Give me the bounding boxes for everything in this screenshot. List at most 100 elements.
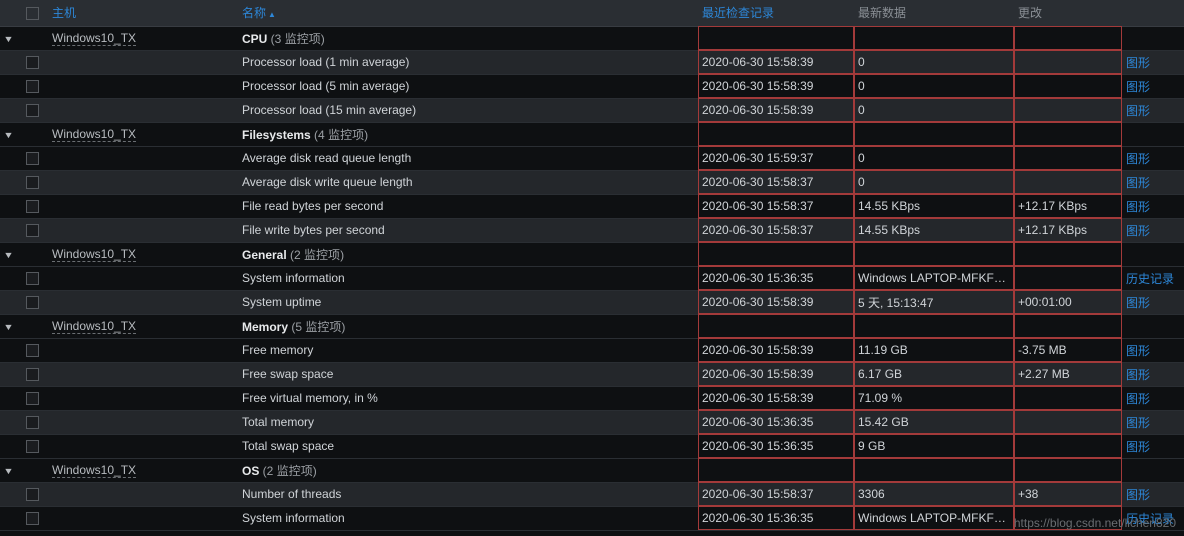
item-lastcheck: 2020-06-30 15:58:39 bbox=[698, 50, 854, 74]
action-link-history[interactable]: 历史记录 bbox=[1126, 272, 1174, 286]
group-count: (5 监控项) bbox=[288, 320, 345, 334]
action-link-graph[interactable]: 图形 bbox=[1126, 224, 1150, 238]
item-change bbox=[1014, 146, 1122, 170]
host-link[interactable]: Windows10_TX bbox=[52, 247, 136, 262]
item-change bbox=[1014, 170, 1122, 194]
item-lastdata: 71.09 % bbox=[854, 386, 1014, 410]
action-link-graph[interactable]: 图形 bbox=[1126, 440, 1150, 454]
action-link-graph[interactable]: 图形 bbox=[1126, 104, 1150, 118]
item-lastcheck: 2020-06-30 15:58:37 bbox=[698, 482, 854, 506]
host-link[interactable]: Windows10_TX bbox=[52, 31, 136, 46]
action-link-graph[interactable]: 图形 bbox=[1126, 296, 1150, 310]
row-checkbox[interactable] bbox=[26, 152, 39, 165]
item-row: Processor load (15 min average)2020-06-3… bbox=[0, 98, 1184, 122]
item-lastdata: 6.17 GB bbox=[854, 362, 1014, 386]
item-lastdata: 0 bbox=[854, 50, 1014, 74]
item-name: Average disk read queue length bbox=[242, 151, 411, 165]
action-link-graph[interactable]: 图形 bbox=[1126, 392, 1150, 406]
item-lastdata: Windows LAPTOP-MFKF1N43 10... bbox=[854, 506, 1014, 530]
item-change bbox=[1014, 74, 1122, 98]
action-link-graph[interactable]: 图形 bbox=[1126, 344, 1150, 358]
item-lastcheck: 2020-06-30 15:58:39 bbox=[698, 362, 854, 386]
item-lastcheck: 2020-06-30 15:36:35 bbox=[698, 410, 854, 434]
row-checkbox[interactable] bbox=[26, 56, 39, 69]
action-link-graph[interactable]: 图形 bbox=[1126, 368, 1150, 382]
item-change bbox=[1014, 434, 1122, 458]
item-change bbox=[1014, 266, 1122, 290]
collapse-icon[interactable]: ▼ bbox=[3, 322, 14, 332]
item-name: Processor load (15 min average) bbox=[242, 103, 416, 117]
item-change bbox=[1014, 98, 1122, 122]
item-row: File read bytes per second2020-06-30 15:… bbox=[0, 194, 1184, 218]
item-change bbox=[1014, 386, 1122, 410]
row-checkbox[interactable] bbox=[26, 224, 39, 237]
item-row: Number of threads 2020-06-30 15:58:373306… bbox=[0, 482, 1184, 506]
item-lastcheck: 2020-06-30 15:58:39 bbox=[698, 386, 854, 410]
row-checkbox[interactable] bbox=[26, 104, 39, 117]
row-checkbox[interactable] bbox=[26, 176, 39, 189]
item-lastdata: 0 bbox=[854, 74, 1014, 98]
row-checkbox[interactable] bbox=[26, 344, 39, 357]
action-link-graph[interactable]: 图形 bbox=[1126, 200, 1150, 214]
item-row: System uptime2020-06-30 15:58:395 天, 15:… bbox=[0, 290, 1184, 314]
sort-asc-icon: ▲ bbox=[268, 10, 276, 19]
row-checkbox[interactable] bbox=[26, 272, 39, 285]
row-checkbox[interactable] bbox=[26, 200, 39, 213]
item-lastdata: 3306 bbox=[854, 482, 1014, 506]
host-link[interactable]: Windows10_TX bbox=[52, 319, 136, 334]
row-checkbox[interactable] bbox=[26, 80, 39, 93]
item-row: System information2020-06-30 15:36:35Win… bbox=[0, 506, 1184, 530]
select-all-checkbox[interactable] bbox=[26, 7, 39, 20]
header-name[interactable]: 名称▲ bbox=[238, 0, 698, 26]
action-link-graph[interactable]: 图形 bbox=[1126, 488, 1150, 502]
action-link-graph[interactable]: 图形 bbox=[1126, 56, 1150, 70]
row-checkbox[interactable] bbox=[26, 392, 39, 405]
item-change bbox=[1014, 506, 1122, 530]
item-lastdata: 14.55 KBps bbox=[854, 218, 1014, 242]
row-checkbox[interactable] bbox=[26, 440, 39, 453]
item-lastcheck: 2020-06-30 15:36:35 bbox=[698, 434, 854, 458]
item-name: Free virtual memory, in % bbox=[242, 391, 378, 405]
group-count: (3 监控项) bbox=[267, 32, 324, 46]
item-name: Total swap space bbox=[242, 439, 334, 453]
host-link[interactable]: Windows10_TX bbox=[52, 463, 136, 478]
item-lastcheck: 2020-06-30 15:36:35 bbox=[698, 266, 854, 290]
header-name-label: 名称 bbox=[242, 6, 266, 20]
header-lastdata: 最新数据 bbox=[854, 0, 1014, 26]
group-row: ▼Windows10_TXOS (2 监控项) bbox=[0, 458, 1184, 482]
action-link-graph[interactable]: 图形 bbox=[1126, 80, 1150, 94]
group-row: ▼Windows10_TXGeneral (2 监控项) bbox=[0, 242, 1184, 266]
collapse-icon[interactable]: ▼ bbox=[3, 250, 14, 260]
row-checkbox[interactable] bbox=[26, 296, 39, 309]
item-name: Number of threads bbox=[242, 487, 341, 501]
item-change: +00:01:00 bbox=[1014, 290, 1122, 314]
collapse-icon[interactable]: ▼ bbox=[3, 34, 14, 44]
action-link-graph[interactable]: 图形 bbox=[1126, 152, 1150, 166]
item-name: File read bytes per second bbox=[242, 199, 383, 213]
group-count: (2 监控项) bbox=[259, 464, 316, 478]
action-link-graph[interactable]: 图形 bbox=[1126, 176, 1150, 190]
item-lastdata: Windows LAPTOP-MFKF1N43 10... bbox=[854, 266, 1014, 290]
item-change: -3.75 MB bbox=[1014, 338, 1122, 362]
action-link-graph[interactable]: 图形 bbox=[1126, 416, 1150, 430]
row-checkbox[interactable] bbox=[26, 416, 39, 429]
item-lastdata: 11.19 GB bbox=[854, 338, 1014, 362]
row-checkbox[interactable] bbox=[26, 488, 39, 501]
group-name: CPU bbox=[242, 32, 267, 46]
row-checkbox[interactable] bbox=[26, 512, 39, 525]
item-lastdata: 0 bbox=[854, 98, 1014, 122]
item-row: Average disk read queue length2020-06-30… bbox=[0, 146, 1184, 170]
row-checkbox[interactable] bbox=[26, 368, 39, 381]
item-lastdata: 9 GB bbox=[854, 434, 1014, 458]
item-name: Free memory bbox=[242, 343, 313, 357]
host-link[interactable]: Windows10_TX bbox=[52, 127, 136, 142]
item-name: System uptime bbox=[242, 295, 321, 309]
item-name: File write bytes per second bbox=[242, 223, 385, 237]
header-host[interactable]: 主机 bbox=[48, 0, 238, 26]
collapse-icon[interactable]: ▼ bbox=[3, 466, 14, 476]
collapse-icon[interactable]: ▼ bbox=[3, 130, 14, 140]
action-link-history[interactable]: 历史记录 bbox=[1126, 512, 1174, 526]
item-row: Processor load (5 min average)2020-06-30… bbox=[0, 74, 1184, 98]
item-change bbox=[1014, 410, 1122, 434]
header-lastcheck[interactable]: 最近检查记录 bbox=[698, 0, 854, 26]
